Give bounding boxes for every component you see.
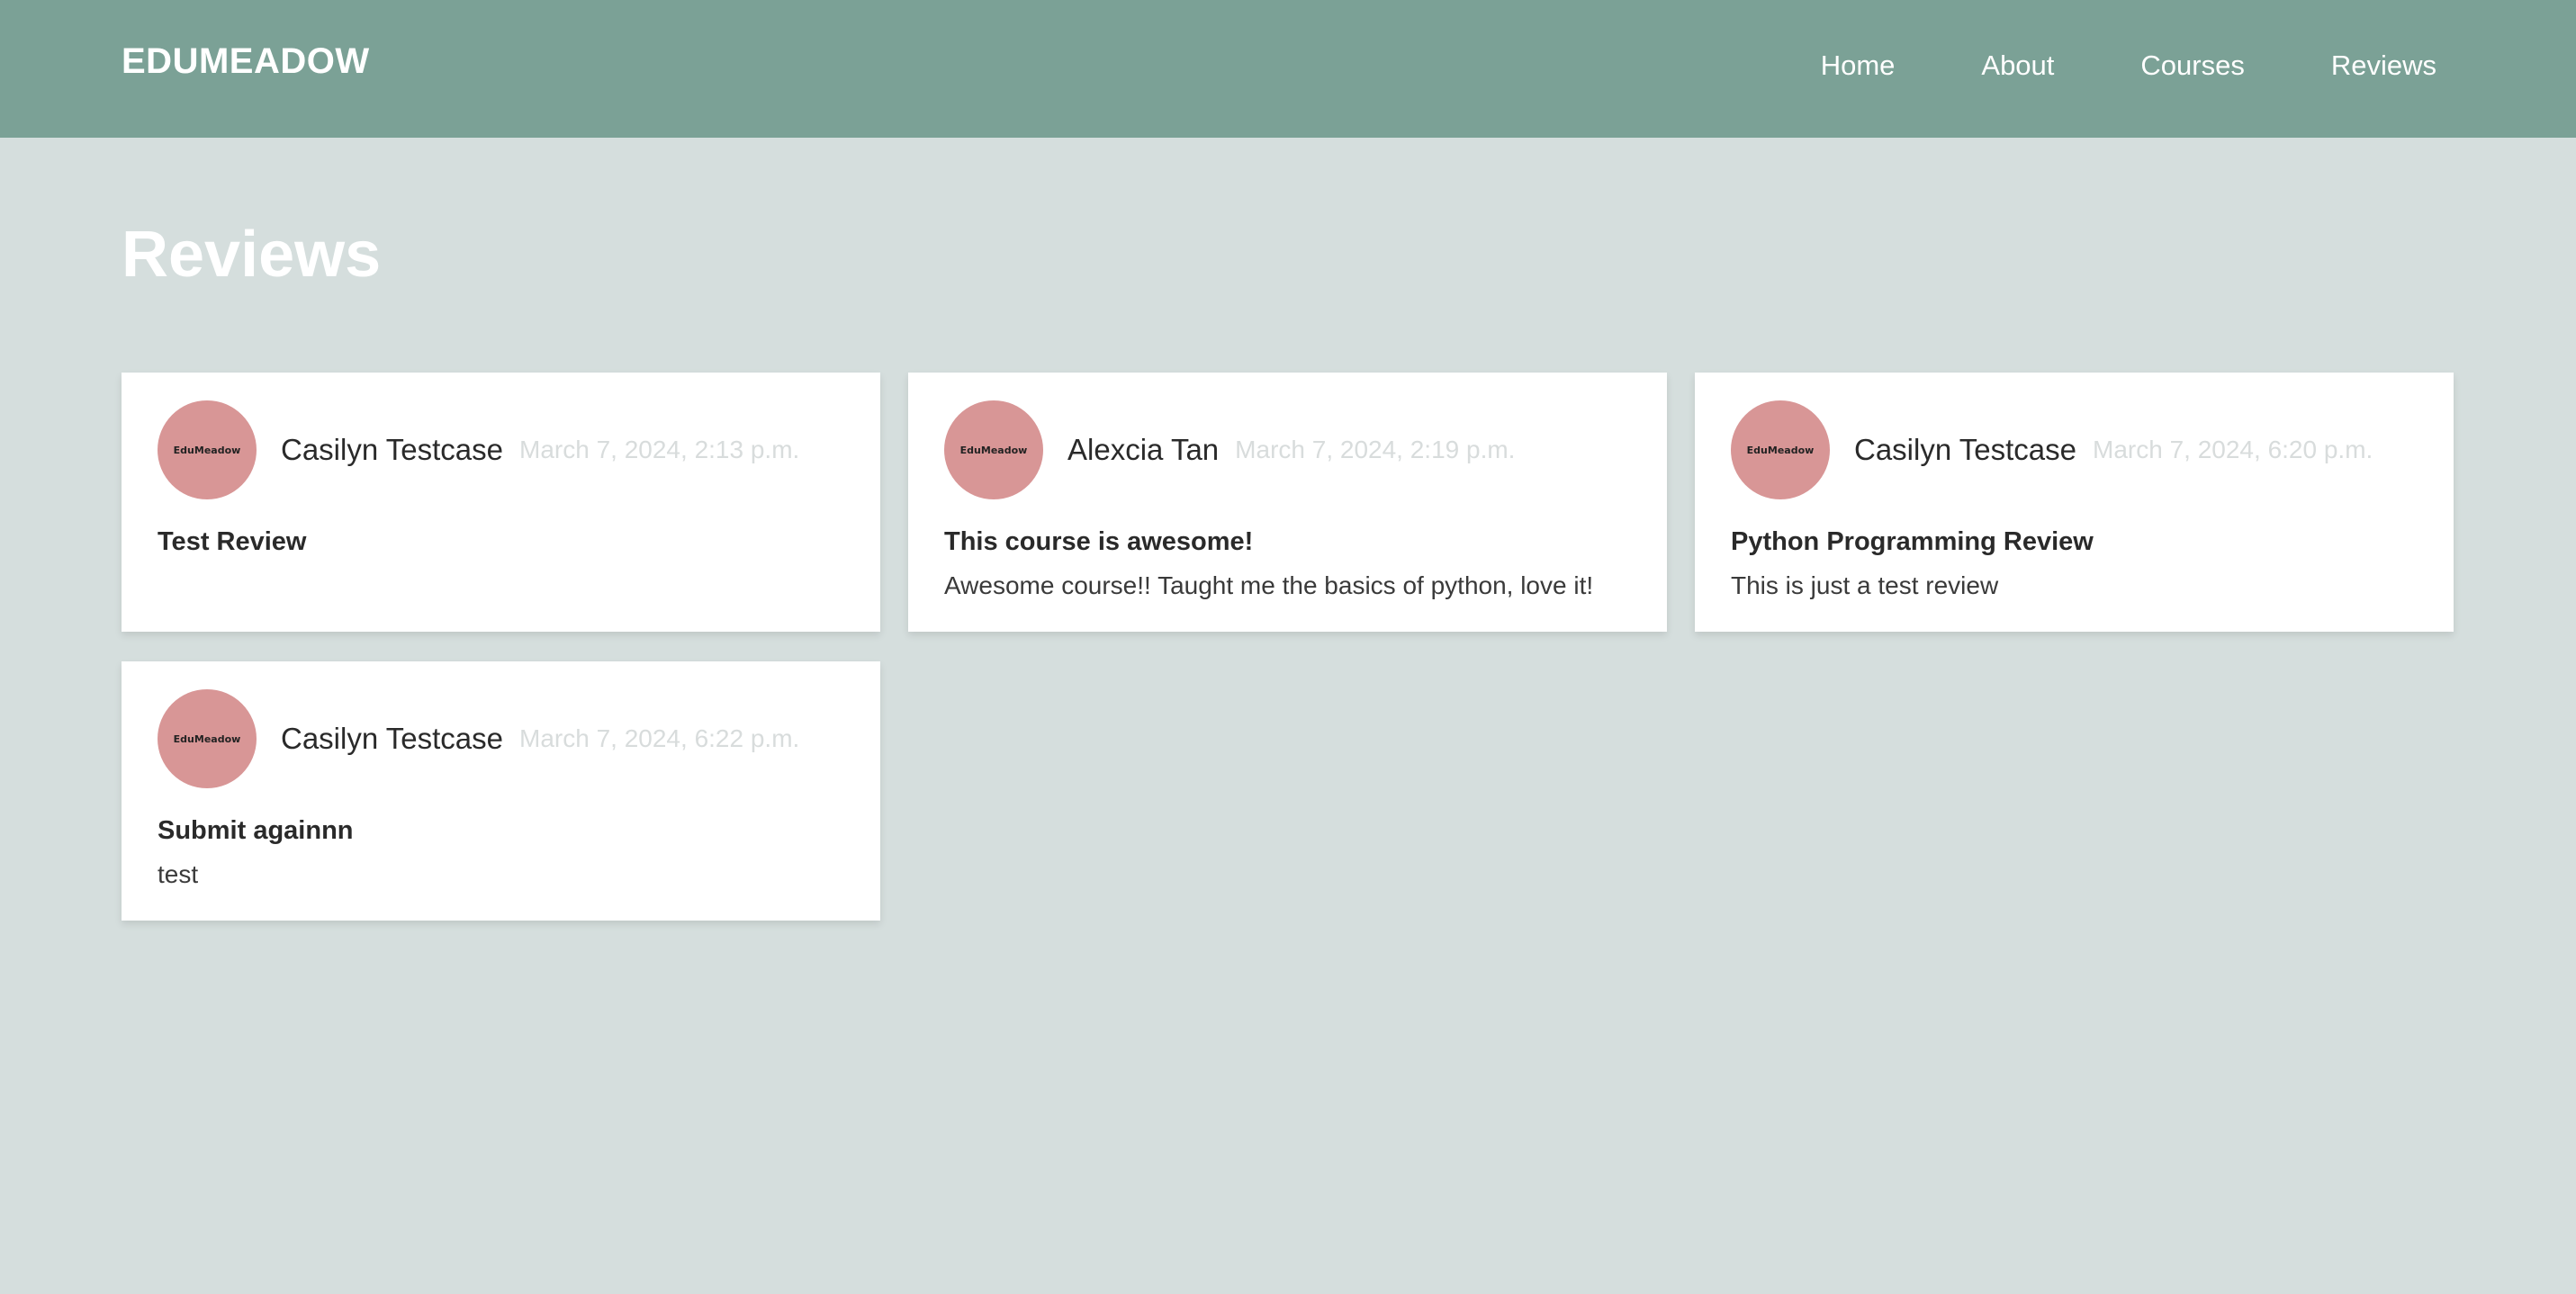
avatar-logo-text: EduMeadow (959, 444, 1028, 456)
avatar-logo-text: EduMeadow (173, 444, 241, 456)
review-body: Awesome course!! Taught me the basics of… (944, 571, 1594, 599)
review-title: Test Review (158, 527, 307, 556)
navbar: EDUMEADOW Home About Courses Reviews (0, 0, 2576, 138)
review-date: March 7, 2024, 6:20 p.m. (2093, 436, 2373, 463)
avatar-logo-text: EduMeadow (173, 732, 241, 745)
review-date: March 7, 2024, 6:22 p.m. (519, 724, 800, 752)
avatar: EduMeadow (944, 400, 1043, 499)
review-body: test (158, 860, 199, 888)
review-title: This course is awesome! (944, 527, 1254, 556)
brand-logo-link[interactable]: EDUMEADOW (122, 41, 370, 82)
review-author: Alexcia Tan (1067, 433, 1220, 466)
nav-link-about[interactable]: About (1981, 49, 2054, 82)
review-card-header: EduMeadow Casilyn Testcase March 7, 2024… (158, 688, 844, 789)
review-card: EduMeadow Casilyn Testcase March 7, 2024… (122, 661, 880, 921)
review-card: EduMeadow Casilyn Testcase March 7, 2024… (1695, 373, 2454, 632)
reviews-grid: EduMeadow Casilyn Testcase March 7, 2024… (122, 373, 2454, 921)
review-title: Python Programming Review (1731, 527, 2094, 556)
review-author: Casilyn Testcase (1854, 433, 2077, 466)
review-card: EduMeadow Alexcia Tan March 7, 2024, 2:1… (908, 373, 1667, 632)
review-title: Submit againnn (158, 816, 354, 845)
review-date: March 7, 2024, 2:19 p.m. (1235, 436, 1516, 463)
review-card-header: EduMeadow Alexcia Tan March 7, 2024, 2:1… (944, 400, 1631, 500)
avatar: EduMeadow (1731, 400, 1830, 499)
review-author: Casilyn Testcase (281, 433, 504, 466)
avatar-logo-text: EduMeadow (1746, 444, 1815, 456)
review-author: Casilyn Testcase (281, 722, 504, 755)
review-body: This is just a test review (1731, 571, 1999, 599)
nav-links: Home About Courses Reviews (1821, 49, 2436, 82)
nav-link-home[interactable]: Home (1821, 49, 1896, 82)
avatar: EduMeadow (158, 400, 257, 499)
nav-link-courses[interactable]: Courses (2140, 49, 2244, 82)
avatar: EduMeadow (158, 689, 257, 788)
review-card: EduMeadow Casilyn Testcase March 7, 2024… (122, 373, 880, 632)
review-card-header: EduMeadow Casilyn Testcase March 7, 2024… (1731, 400, 2418, 500)
nav-link-reviews[interactable]: Reviews (2331, 49, 2436, 82)
page-title: Reviews (122, 219, 382, 291)
review-date: March 7, 2024, 2:13 p.m. (519, 436, 800, 463)
review-card-header: EduMeadow Casilyn Testcase March 7, 2024… (158, 400, 844, 500)
